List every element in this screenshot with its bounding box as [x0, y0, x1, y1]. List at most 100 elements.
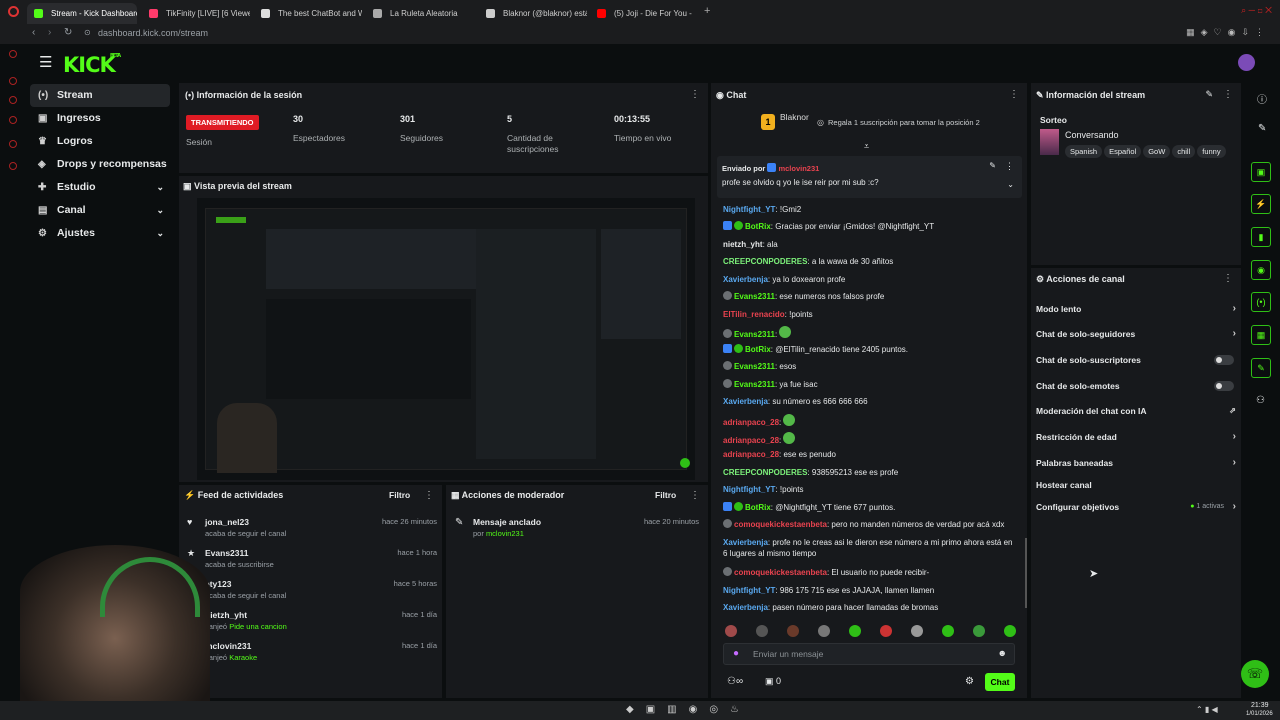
pinned-message[interactable]: Enviado por mclovin231 profe se olvido q…	[717, 156, 1022, 198]
chat-username[interactable]: adrianpaco_28	[723, 418, 779, 427]
chat-scrollbar[interactable]	[1025, 538, 1027, 608]
new-tab-button[interactable]: +	[704, 5, 710, 17]
channel-action-restricci-n-de-edad[interactable]: Restricción de edad ›	[1036, 430, 1236, 444]
chevron-right-icon[interactable]: ›	[1233, 430, 1236, 444]
forward-icon[interactable]: ›	[48, 27, 51, 38]
channel-action-chat-de-solo-suscriptores[interactable]: Chat de solo-suscriptores	[1036, 353, 1236, 367]
more-options-icon[interactable]: ⋮	[690, 89, 700, 100]
chevron-down-icon[interactable]: ⌄	[156, 199, 164, 222]
expand-icon[interactable]: ⌄	[1007, 180, 1014, 189]
chat-send-button[interactable]: Chat	[985, 673, 1015, 691]
stream-tag[interactable]: funny	[1197, 145, 1226, 158]
chat-username[interactable]: ElTilin_renacido	[723, 310, 785, 319]
sidebar-item-ajustes[interactable]: ⚙ Ajustes ⌄	[30, 222, 170, 245]
channel-action-chat-de-solo-seguidores[interactable]: Chat de solo-seguidores ›	[1036, 327, 1236, 341]
edit-icon[interactable]: ✎	[1258, 123, 1266, 134]
chat-username[interactable]: Evans2311	[734, 330, 775, 339]
more-options-icon[interactable]: ⋮	[1223, 89, 1233, 100]
rail-icon[interactable]	[9, 162, 17, 170]
chat-username[interactable]: BotRix	[745, 503, 771, 512]
top-gifter-name[interactable]: Blaknor	[780, 112, 809, 122]
emote-icon[interactable]	[880, 625, 892, 637]
chat-username[interactable]: Evans2311	[734, 362, 775, 371]
rail-card-icon[interactable]: ▮	[1251, 227, 1271, 247]
channel-action-configurar-objetivos[interactable]: Configurar objetivos › ● 1 activas	[1036, 500, 1236, 514]
chat-username[interactable]: Nightfight_YT	[723, 485, 775, 494]
sidebar-item-stream[interactable]: (•) Stream	[30, 84, 170, 107]
pin-icon[interactable]: ✎	[989, 161, 996, 170]
emote-icon[interactable]	[849, 625, 861, 637]
feed-filter-button[interactable]: Filtro	[389, 490, 410, 500]
browser-menu-icon[interactable]	[8, 6, 19, 17]
chat-username[interactable]: comoquekickestaenbeta	[734, 520, 827, 529]
mod-filter-button[interactable]: Filtro	[655, 490, 676, 500]
chat-username[interactable]: adrianpaco_28	[723, 450, 779, 459]
emote-icon[interactable]	[973, 625, 985, 637]
chat-username[interactable]: Nightfight_YT	[723, 205, 775, 214]
chat-username[interactable]: comoquekickestaenbeta	[734, 568, 827, 577]
chat-username[interactable]: BotRix	[745, 345, 771, 354]
sidebar-item-ingresos[interactable]: ▣ Ingresos	[30, 107, 170, 130]
emote-icon[interactable]	[1004, 625, 1016, 637]
rail-icon[interactable]	[9, 116, 17, 124]
kick-logo[interactable]: KICK BETA	[63, 53, 121, 77]
browser-tab[interactable]: Stream - Kick Dashboard	[27, 3, 137, 24]
more-options-icon[interactable]: ⋮	[1223, 273, 1233, 284]
window-controls[interactable]: ⌕ ─ ◻ ✕	[1241, 5, 1272, 16]
rail-users-icon[interactable]: ⚇	[1256, 395, 1265, 406]
chat-username[interactable]: BotRix	[745, 222, 771, 231]
chat-username[interactable]: Evans2311	[734, 292, 775, 301]
external-link-icon[interactable]: ⇗	[1229, 404, 1236, 418]
mic-icon[interactable]: ●	[733, 648, 739, 659]
chat-username[interactable]: Xavierbenja	[723, 603, 768, 612]
emote-icon[interactable]	[818, 625, 830, 637]
rail-chat-icon[interactable]: ◉	[1251, 260, 1271, 280]
chevron-right-icon[interactable]: ›	[1233, 302, 1236, 316]
feed-username[interactable]: jona_nel23	[205, 517, 249, 527]
rail-icon[interactable]	[9, 96, 17, 104]
rail-target-icon[interactable]: ▣	[1251, 162, 1271, 182]
emote-icon[interactable]	[756, 625, 768, 637]
channel-action-modo-lento[interactable]: Modo lento ›	[1036, 302, 1236, 316]
chat-username[interactable]: CREEPCONPODERES	[723, 257, 807, 266]
chat-username[interactable]: Xavierbenja	[723, 275, 768, 284]
url-field[interactable]: dashboard.kick.com/stream	[98, 28, 208, 38]
chat-username[interactable]: Xavierbenja	[723, 397, 768, 406]
more-options-icon[interactable]: ⋮	[1009, 89, 1019, 100]
emote-icon[interactable]	[911, 625, 923, 637]
chat-username[interactable]: Xavierbenja	[723, 538, 768, 547]
feed-username[interactable]: mclovin231	[205, 641, 251, 651]
feed-username[interactable]: Evans2311	[205, 548, 248, 558]
reload-icon[interactable]: ↻	[64, 27, 72, 38]
chat-username[interactable]: Nightfight_YT	[723, 586, 775, 595]
hamburger-menu-icon[interactable]: ☰	[39, 53, 52, 71]
stream-tag[interactable]: Español	[1104, 145, 1142, 158]
chevron-right-icon[interactable]: ›	[1233, 500, 1236, 514]
rail-icon[interactable]	[9, 140, 17, 148]
infinity-icon[interactable]: ⚇∞	[727, 676, 743, 687]
rail-icon[interactable]	[9, 77, 17, 85]
browser-tab[interactable]: (5) Joji - Die For You -	[590, 3, 700, 24]
channel-action-moderaci-n-del-chat-con-ia[interactable]: Moderación del chat con IA ⇗	[1036, 404, 1236, 418]
rail-wrench-icon[interactable]: ✎	[1251, 358, 1271, 378]
browser-tab[interactable]: TikFinity [LIVE] [6 Viewers]	[142, 3, 250, 24]
browser-tab[interactable]: The best ChatBot and Widg...	[254, 3, 362, 24]
sidebar-item-canal[interactable]: ▤ Canal ⌄	[30, 199, 170, 222]
stream-preview-video[interactable]	[197, 198, 695, 480]
rail-shield-icon[interactable]: ▦	[1251, 325, 1271, 345]
more-options-icon[interactable]: ⋮	[690, 490, 700, 501]
chat-settings-icon[interactable]: ⚙	[965, 676, 974, 687]
edit-icon[interactable]: ✎	[1205, 89, 1213, 100]
channel-action-hostear-canal[interactable]: Hostear canal	[1036, 478, 1236, 492]
taskbar-apps[interactable]: ◆▣▥◉◎♨	[626, 704, 751, 715]
emote-icon[interactable]	[787, 625, 799, 637]
chevron-down-icon[interactable]: ⌄	[156, 222, 164, 245]
extensions-icons[interactable]: ▦◈♡◉⇩⋮	[1186, 27, 1270, 38]
emote-icon[interactable]	[942, 625, 954, 637]
chat-username[interactable]: nietzh_yht	[723, 240, 763, 249]
emoji-icon[interactable]: ☻	[998, 648, 1007, 658]
chat-username[interactable]: adrianpaco_28	[723, 436, 779, 445]
sidebar-item-logros[interactable]: ♛ Logros	[30, 130, 170, 153]
site-info-icon[interactable]: ⊙	[84, 28, 91, 37]
collapse-icon[interactable]: ⩡	[864, 141, 869, 152]
